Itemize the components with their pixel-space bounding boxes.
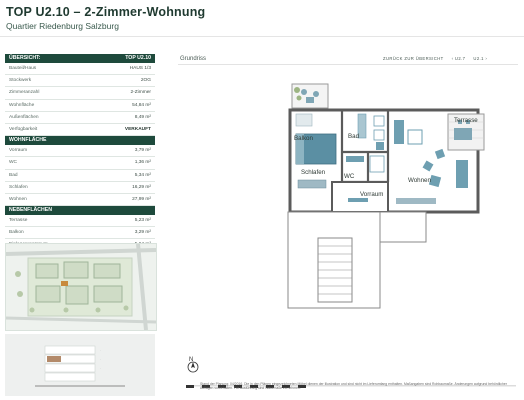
svg-text:·: · <box>100 357 101 361</box>
row-label: Zimmeranzahl <box>9 90 40 96</box>
page-subtitle: Quartier Riedenburg Salzburg <box>6 21 119 31</box>
room-label-terrasse: Terrasse <box>454 117 478 124</box>
room-label-schlafen: Schlafen <box>301 169 326 176</box>
row-value: 3,79 m² <box>134 148 151 154</box>
bathtub-icon <box>357 113 367 139</box>
svg-text:·: · <box>100 366 101 370</box>
north-arrow-icon: N <box>186 354 200 374</box>
row-value: HAUS 1/3 <box>129 66 151 71</box>
scale-bar <box>186 376 516 388</box>
svg-text:·: · <box>100 348 101 352</box>
info-row: Bauteil/Haus HAUS 1/3 <box>5 63 155 76</box>
next-unit-link[interactable]: U2.1 › <box>473 56 487 61</box>
row-value: 27,99 m² <box>132 196 151 202</box>
wohnflaechen-header-label: WOHNFLÄCHE <box>9 137 47 144</box>
room-label-wc: WC <box>344 173 355 180</box>
info-sidebar: ÜBERSICHT: TOP U2.10 Bauteil/Haus HAUS 1/… <box>5 54 155 252</box>
info-row: Stockwerk 2OG <box>5 75 155 88</box>
site-plan-map[interactable] <box>5 243 157 331</box>
row-label: Stockwerk <box>9 78 32 84</box>
row-value: 8,49 m² <box>134 114 151 120</box>
footer-disclaimer: Stand der Planung: 04/2016. Die in den P… <box>200 382 507 391</box>
plan-heading: Grundriss <box>180 56 207 62</box>
back-to-overview-link[interactable]: ZURÜCK ZUR ÜBERSICHT <box>383 56 444 61</box>
floor-plan-drawing: Balkon Bad Terrasse Schlafen WC Wohnen V… <box>287 83 485 309</box>
row-label: Terrasse <box>9 218 28 224</box>
nebenflaechen-header-label: NEBENFLÄCHEN <box>9 207 52 214</box>
info-row: Terrasse 5,23 m² <box>5 215 155 228</box>
info-row: Vorraum 3,79 m² <box>5 145 155 158</box>
info-row: Außenflächen 8,49 m² <box>5 112 155 124</box>
section-drawing: · · · <box>5 334 155 396</box>
info-row: Balkon 3,29 m² <box>5 227 155 240</box>
row-value: 5,23 m² <box>134 218 151 224</box>
row-value: 54,84 m² <box>132 102 151 108</box>
unit-marker <box>61 281 68 286</box>
info-row: Verfügbarkeit VERKAUFT <box>5 124 155 137</box>
wohnflaechen-section: WOHNFLÄCHE Vorraum 3,79 m² WC 1,36 m² Bad 5… <box>5 136 155 207</box>
room-label-wohnen: Wohnen <box>408 177 431 184</box>
page-title: TOP U2.10 – 2-Zimmer-Wohnung <box>6 5 206 19</box>
info-row: WC 1,36 m² <box>5 157 155 170</box>
overview-section: ÜBERSICHT: TOP U2.10 Bauteil/Haus HAUS 1/… <box>5 54 155 137</box>
row-value: 16,29 m² <box>132 184 151 190</box>
plan-navigation: ZURÜCK ZUR ÜBERSICHT ‹ U2.7 U2.1 › <box>383 56 487 61</box>
row-label: Bad <box>9 172 18 178</box>
row-value: 1,36 m² <box>134 160 151 166</box>
plan-divider <box>178 64 518 65</box>
sofa-icon <box>456 160 468 188</box>
availability-value: VERKAUFT <box>124 126 151 132</box>
row-label: Verfügbarkeit <box>9 126 38 132</box>
row-value: 5,34 m² <box>134 172 151 178</box>
info-row: Schlafen 16,29 m² <box>5 182 155 194</box>
room-label-bad: Bad <box>348 133 360 140</box>
row-label: Balkon <box>9 230 24 236</box>
row-label: Bauteil/Haus <box>9 66 37 71</box>
kitchen-icon <box>394 120 404 144</box>
row-label: WC <box>9 160 17 166</box>
row-value: 2OG <box>140 78 151 84</box>
row-value: 3,29 m² <box>134 230 151 236</box>
floor-plan: Balkon Bad Terrasse Schlafen WC Wohnen V… <box>180 70 520 350</box>
room-label-vorraum: Vorraum <box>360 191 383 198</box>
nebenflaechen-header: NEBENFLÄCHEN <box>5 206 155 216</box>
wohnflaechen-header: WOHNFLÄCHE <box>5 136 155 146</box>
info-row: Wohnfläche 54,84 m² <box>5 100 155 112</box>
row-label: Schlafen <box>9 184 28 190</box>
info-row: Wohnen 27,99 m² <box>5 194 155 207</box>
building-section-view[interactable]: · · · <box>5 334 155 396</box>
prev-unit-link[interactable]: ‹ U2.7 <box>452 56 466 61</box>
row-label: Wohnen <box>9 196 27 202</box>
info-row: Zimmeranzahl 2-Zimmer <box>5 87 155 100</box>
info-row: Bad 5,34 m² <box>5 170 155 182</box>
header-divider <box>0 36 524 37</box>
site-plan-drawing <box>6 244 156 330</box>
row-label: Außenflächen <box>9 114 39 120</box>
row-label: Wohnfläche <box>9 102 35 108</box>
overview-header-value: TOP U2.10 <box>125 55 151 61</box>
overview-header-label: ÜBERSICHT: <box>9 55 41 61</box>
room-label-balkon: Balkon <box>294 135 313 142</box>
row-label: Vorraum <box>9 148 28 154</box>
overview-header: ÜBERSICHT: TOP U2.10 <box>5 54 155 63</box>
row-value: 2-Zimmer <box>130 90 151 96</box>
